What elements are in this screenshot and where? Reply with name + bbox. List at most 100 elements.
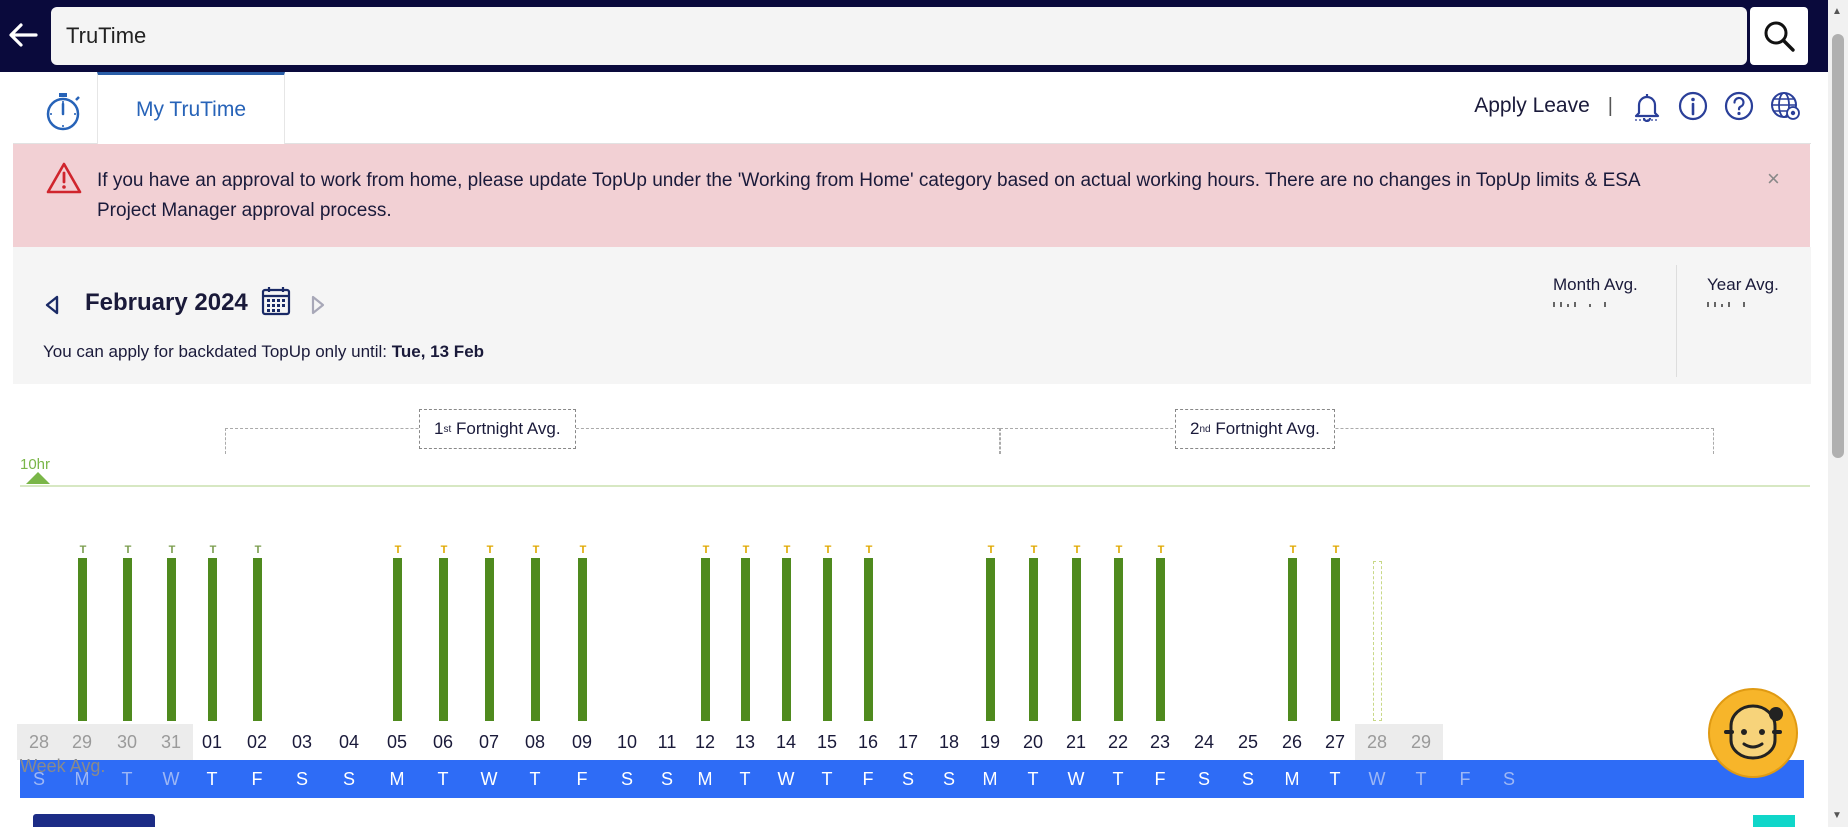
- apply-leave-link[interactable]: Apply Leave: [1474, 94, 1590, 118]
- date-cell[interactable]: 09: [560, 724, 604, 760]
- hours-bar[interactable]: [782, 558, 791, 721]
- date-cell[interactable]: 20: [1011, 724, 1055, 760]
- hours-bar[interactable]: [167, 558, 176, 721]
- chatbot-icon[interactable]: [1706, 686, 1800, 780]
- hours-bar[interactable]: [823, 558, 832, 721]
- hours-bar[interactable]: [393, 558, 402, 721]
- hours-bar[interactable]: [741, 558, 750, 721]
- date-cell[interactable]: 31: [149, 724, 193, 760]
- month-avg-indicator: [1553, 301, 1638, 307]
- weekday-cell: W: [480, 768, 498, 789]
- bar-marker: T: [1115, 544, 1123, 556]
- bar-marker: T: [440, 544, 448, 556]
- date-cell[interactable]: 29: [60, 724, 104, 760]
- date-cell[interactable]: 02: [235, 724, 279, 760]
- hours-bar[interactable]: [78, 558, 87, 721]
- hours-bar[interactable]: [1072, 558, 1081, 721]
- calendar-icon[interactable]: [260, 285, 292, 317]
- date-cell[interactable]: 03: [280, 724, 324, 760]
- help-icon[interactable]: [1723, 90, 1755, 122]
- date-cell[interactable]: 05: [375, 724, 419, 760]
- weekday-cell: M: [982, 768, 998, 789]
- scrollbar[interactable]: ▲ ▼: [1828, 0, 1848, 827]
- bar-marker: T: [1157, 544, 1165, 556]
- weekday-cell: S: [620, 768, 633, 789]
- info-icon[interactable]: [1677, 90, 1709, 122]
- hours-bar[interactable]: [986, 558, 995, 721]
- hours-bar[interactable]: [1029, 558, 1038, 721]
- date-cell[interactable]: 04: [327, 724, 371, 760]
- date-cell[interactable]: 28: [1355, 724, 1399, 760]
- hours-bar[interactable]: [578, 558, 587, 721]
- fortnight1-avg-label: 1st Fortnight Avg.: [419, 409, 576, 449]
- date-cell[interactable]: 10: [605, 724, 649, 760]
- date-cell[interactable]: 27: [1313, 724, 1357, 760]
- month-panel: February 2024 You can apply for backdate…: [13, 247, 1811, 384]
- bottom-right-button[interactable]: [1753, 815, 1795, 827]
- date-cell[interactable]: 21: [1054, 724, 1098, 760]
- search-input[interactable]: [51, 7, 1747, 65]
- hours-bar[interactable]: [485, 558, 494, 721]
- attendance-chart: 1st Fortnight Avg. 2nd Fortnight Avg. 10…: [13, 384, 1811, 827]
- hours-bar[interactable]: [1331, 558, 1340, 721]
- work-from-home-alert: If you have an approval to work from hom…: [13, 144, 1810, 247]
- weekday-cell: T: [1329, 768, 1341, 789]
- bar-marker: T: [579, 544, 587, 556]
- date-cell[interactable]: 28: [17, 724, 61, 760]
- date-cell[interactable]: 17: [886, 724, 930, 760]
- bottom-action-button[interactable]: [33, 814, 155, 827]
- hours-bar[interactable]: [701, 558, 710, 721]
- back-arrow-icon[interactable]: [6, 18, 40, 52]
- weekday-cell: F: [1459, 768, 1471, 789]
- search-bar: [0, 0, 1828, 72]
- hours-bar[interactable]: [531, 558, 540, 721]
- date-cell[interactable]: 25: [1226, 724, 1270, 760]
- date-cell[interactable]: 30: [105, 724, 149, 760]
- next-month-icon[interactable]: [309, 294, 327, 321]
- fortnight2-avg-label: 2nd Fortnight Avg.: [1175, 409, 1335, 449]
- date-cell[interactable]: 08: [513, 724, 557, 760]
- bell-icon[interactable]: [1631, 90, 1663, 123]
- avg-divider: [1676, 265, 1677, 377]
- fortnight2-bracket: [1000, 428, 1714, 454]
- date-cell[interactable]: 26: [1270, 724, 1314, 760]
- weekday-cell: W: [777, 768, 795, 789]
- date-cell[interactable]: 24: [1182, 724, 1226, 760]
- weekday-cell: M: [389, 768, 405, 789]
- bar-marker: T: [1030, 544, 1038, 556]
- tab-my-trutime[interactable]: My TruTime: [97, 72, 285, 144]
- pending-bar[interactable]: [1373, 561, 1382, 721]
- date-cell[interactable]: 16: [846, 724, 890, 760]
- scroll-down-icon[interactable]: ▼: [1832, 810, 1842, 821]
- date-cell[interactable]: 19: [968, 724, 1012, 760]
- hours-bar[interactable]: [123, 558, 132, 721]
- weekday-cell: T: [529, 768, 541, 789]
- date-cell[interactable]: 13: [723, 724, 767, 760]
- date-cell[interactable]: 23: [1138, 724, 1182, 760]
- date-cell[interactable]: 07: [467, 724, 511, 760]
- date-cell[interactable]: 06: [421, 724, 465, 760]
- date-cell[interactable]: 18: [927, 724, 971, 760]
- previous-month-icon[interactable]: [43, 294, 61, 321]
- hours-bar[interactable]: [1156, 558, 1165, 721]
- header-separator: |: [1607, 94, 1613, 117]
- hours-bar[interactable]: [253, 558, 262, 721]
- search-button[interactable]: [1750, 7, 1808, 65]
- close-icon[interactable]: ×: [1767, 166, 1780, 192]
- date-cell[interactable]: 14: [764, 724, 808, 760]
- date-cell[interactable]: 01: [190, 724, 234, 760]
- date-cell[interactable]: 15: [805, 724, 849, 760]
- hours-bar[interactable]: [1288, 558, 1297, 721]
- globe-icon[interactable]: [1769, 90, 1801, 122]
- date-cell[interactable]: 12: [683, 724, 727, 760]
- scroll-up-icon[interactable]: ▲: [1832, 6, 1842, 17]
- weekday-cell: W: [1067, 768, 1085, 789]
- hours-bar[interactable]: [439, 558, 448, 721]
- date-cell[interactable]: 22: [1096, 724, 1140, 760]
- hours-bar[interactable]: [864, 558, 873, 721]
- hours-bar[interactable]: [1114, 558, 1123, 721]
- weekday-cell: W: [162, 768, 180, 789]
- date-cell[interactable]: 29: [1399, 724, 1443, 760]
- scroll-thumb[interactable]: [1832, 34, 1844, 458]
- hours-bar[interactable]: [208, 558, 217, 721]
